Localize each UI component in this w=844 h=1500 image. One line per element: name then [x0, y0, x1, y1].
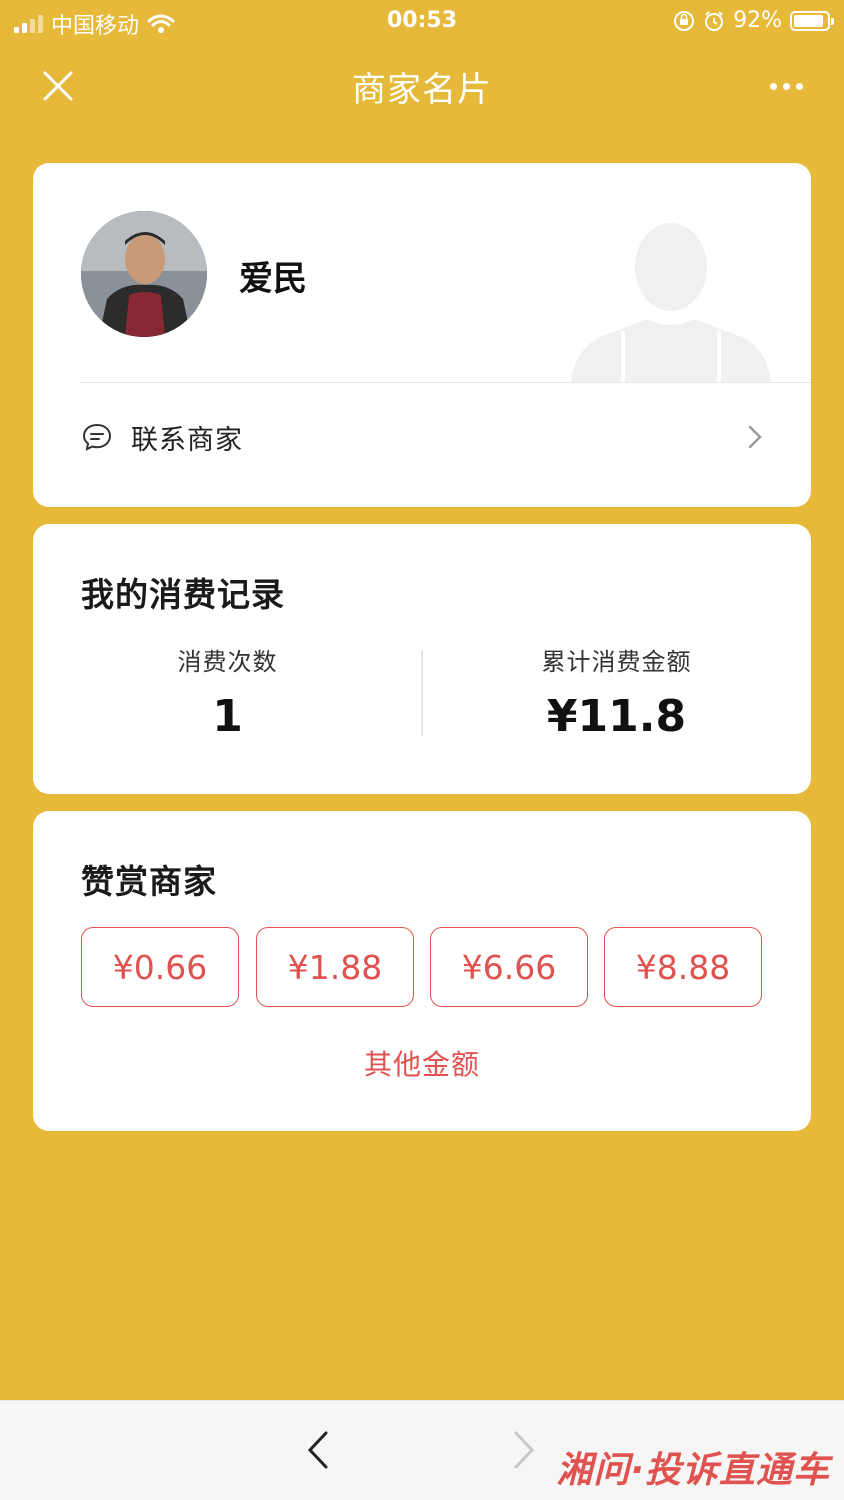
stat-total-value: ¥11.8: [546, 691, 687, 742]
rotation-lock-icon: [674, 10, 695, 31]
avatar: [81, 211, 207, 337]
contact-merchant-label: 联系商家: [131, 424, 243, 456]
status-right: 92%: [673, 8, 834, 33]
stat-count-label: 消费次数: [177, 648, 278, 676]
stat-total: 累计消费金额 ¥11.8: [422, 642, 811, 742]
tip-title: 赞赏商家: [81, 862, 217, 901]
records-title: 我的消费记录: [81, 575, 285, 614]
more-dot-icon: [795, 82, 803, 90]
divider: [81, 382, 811, 383]
more-dot-icon: [782, 82, 790, 90]
merchant-profile-card: 爱民 联系商家: [33, 163, 811, 507]
status-bar: 中国移动 00:53 92%: [0, 0, 844, 44]
battery-percent: 92%: [733, 8, 782, 33]
tip-amount-button[interactable]: ¥0.66: [81, 927, 239, 1007]
chevron-right-icon: [748, 425, 762, 449]
battery-icon: [790, 10, 834, 31]
stat-total-label: 累计消费金额: [541, 648, 692, 676]
page-title: 商家名片: [352, 70, 492, 110]
stat-count-value: 1: [212, 691, 243, 742]
merchant-name: 爱民: [239, 259, 307, 299]
tip-amount-button[interactable]: ¥6.66: [430, 927, 588, 1007]
consumption-records-card: 我的消费记录 消费次数 1 累计消费金额 ¥11.8: [33, 524, 811, 794]
stat-count: 消费次数 1: [33, 642, 422, 742]
watermark-logo: 湘问·投诉直通车: [556, 1450, 830, 1491]
more-button[interactable]: [758, 58, 814, 114]
chat-bubble-icon: [82, 423, 112, 451]
other-amount-link[interactable]: 其他金额: [33, 1043, 811, 1083]
bottom-toolbar: 湘问·投诉直通车: [0, 1400, 844, 1500]
tip-amount-button[interactable]: ¥8.88: [604, 927, 762, 1007]
forward-arrow-icon[interactable]: [500, 1427, 546, 1473]
back-arrow-icon[interactable]: [296, 1427, 342, 1473]
silhouette-watermark-icon: [571, 223, 771, 383]
tip-merchant-card: 赞赏商家 ¥0.66 ¥1.88 ¥6.66 ¥8.88 其他金额: [33, 811, 811, 1131]
alarm-icon: [705, 10, 724, 31]
contact-merchant-row[interactable]: 联系商家: [81, 403, 763, 471]
nav-bar: 商家名片: [0, 44, 844, 128]
tip-amount-button[interactable]: ¥1.88: [256, 927, 414, 1007]
more-dot-icon: [769, 82, 777, 90]
